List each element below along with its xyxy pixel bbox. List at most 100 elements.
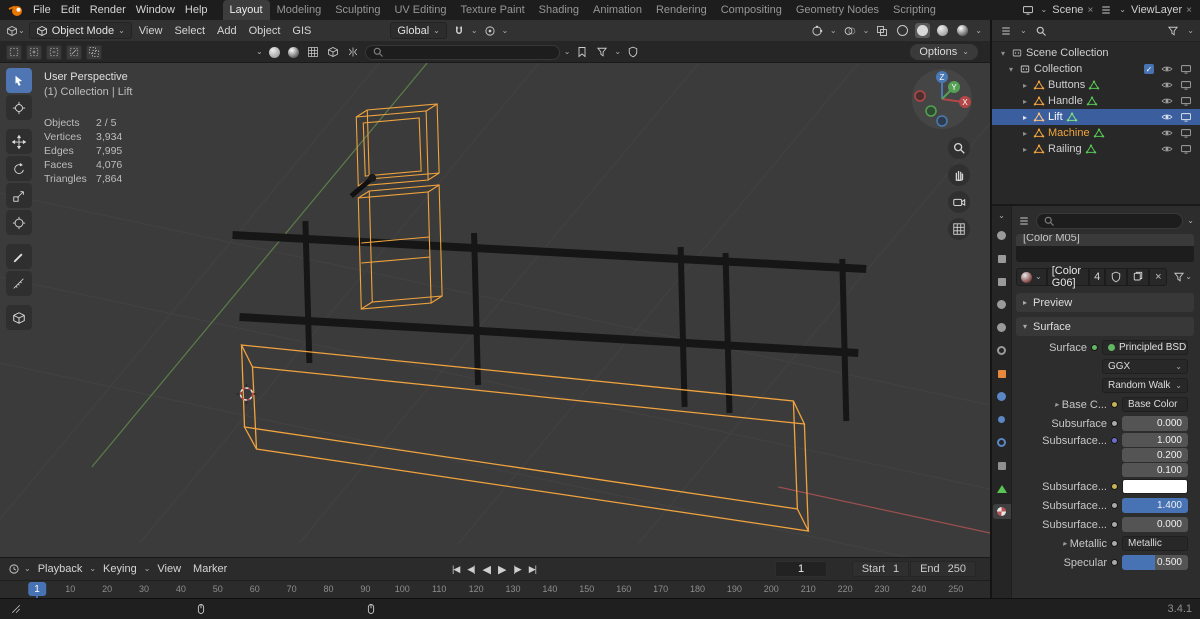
tool-search-input[interactable]: [364, 44, 560, 60]
outliner-row-handle[interactable]: ▸ Handle: [992, 93, 1200, 109]
material-browse-button[interactable]: ⌄: [1016, 268, 1047, 286]
tab-geometry-nodes[interactable]: Geometry Nodes: [789, 0, 886, 20]
brush-settings-icon[interactable]: [325, 46, 341, 58]
disable-viewport-icon[interactable]: [1180, 143, 1192, 155]
menu-add[interactable]: Add: [212, 25, 242, 37]
menu-file[interactable]: File: [28, 4, 56, 16]
toggle-xray-icon[interactable]: [874, 25, 890, 37]
outliner-row-lift[interactable]: ▸ Lift: [992, 109, 1200, 125]
ortho-grid-icon[interactable]: [948, 218, 970, 240]
tab-view-layer-properties[interactable]: [993, 297, 1011, 312]
outliner-editor-caret-icon[interactable]: ⌄: [1020, 26, 1027, 35]
timeline-editor-icon[interactable]: [6, 563, 22, 575]
properties-search-input[interactable]: [1036, 213, 1184, 229]
surface-section-header[interactable]: ▾ Surface: [1016, 317, 1194, 336]
editor-type-button[interactable]: ⌄: [4, 25, 27, 37]
tool-add-cube[interactable]: [6, 305, 32, 330]
shading-caret-icon[interactable]: ⌄: [975, 26, 982, 35]
scene-browse-icon[interactable]: [1020, 4, 1036, 16]
show-gizmo-icon[interactable]: [809, 25, 825, 37]
hide-eye-icon[interactable]: [1161, 143, 1173, 155]
hide-eye-icon[interactable]: [1161, 79, 1173, 91]
shading-material-icon[interactable]: [935, 25, 950, 36]
surface-shader-menu[interactable]: Principled BSDF: [1102, 340, 1188, 355]
proportional-editing-icon[interactable]: [482, 25, 498, 37]
tab-particles-properties[interactable]: [993, 412, 1011, 427]
jump-to-end-button[interactable]: ▶|: [529, 564, 537, 575]
shading-wireframe-icon[interactable]: [895, 25, 910, 36]
play-reverse-button[interactable]: ◀: [483, 563, 492, 576]
orientation-dropdown[interactable]: Global ⌄: [390, 22, 447, 39]
next-keyframe-button[interactable]: |▶: [513, 564, 521, 575]
jump-to-start-button[interactable]: |◀: [452, 564, 460, 575]
select-mode-invert-icon[interactable]: [66, 44, 82, 60]
tab-texture-paint[interactable]: Texture Paint: [453, 0, 531, 20]
properties-options-caret-icon[interactable]: ⌄: [1187, 217, 1194, 225]
select-mode-subtract-icon[interactable]: [46, 44, 62, 60]
material-slot-item[interactable]: [Color M05]: [1016, 234, 1194, 246]
tab-layout[interactable]: Layout: [222, 0, 270, 20]
subsurface-anisotropy-slider[interactable]: 0.000: [1122, 517, 1188, 532]
studio-light-icon[interactable]: [286, 46, 301, 58]
disable-viewport-icon[interactable]: [1180, 79, 1192, 91]
blender-logo-icon[interactable]: [6, 3, 26, 17]
tab-shading[interactable]: Shading: [532, 0, 586, 20]
preview-section-header[interactable]: ▸ Preview: [1016, 293, 1194, 312]
disclosure-icon[interactable]: ▸: [1020, 145, 1030, 154]
tab-tool-properties[interactable]: [993, 228, 1011, 243]
material-filter-icon[interactable]: ⌄: [1171, 271, 1194, 283]
scene-selector[interactable]: Scene ×: [1052, 4, 1093, 16]
outliner-filter-caret-icon[interactable]: ⌄: [1187, 26, 1194, 35]
prev-keyframe-button[interactable]: ◀|: [467, 564, 475, 575]
outliner-row-buttons[interactable]: ▸ Buttons: [992, 77, 1200, 93]
current-frame-field[interactable]: 1: [775, 561, 827, 577]
search-options-caret-icon[interactable]: ⌄: [564, 48, 571, 56]
tool-measure[interactable]: [6, 271, 32, 296]
gizmo-z-neg-axis[interactable]: [936, 115, 948, 127]
base-color-button[interactable]: Base Color: [1122, 397, 1188, 412]
menu-keying[interactable]: Keying: [98, 563, 142, 575]
material-users-button[interactable]: 4: [1089, 268, 1106, 286]
disclosure-icon[interactable]: ▸: [1020, 81, 1030, 90]
tab-uv-editing[interactable]: UV Editing: [387, 0, 453, 20]
shading-solid-icon[interactable]: [915, 23, 931, 38]
menu-select[interactable]: Select: [169, 25, 210, 37]
play-button[interactable]: ▶: [498, 563, 507, 576]
menu-timeline-view[interactable]: View: [152, 563, 186, 575]
tab-sculpting[interactable]: Sculpting: [328, 0, 387, 20]
symmetry-icon[interactable]: [345, 46, 361, 58]
specular-slider[interactable]: 0.500: [1122, 555, 1188, 570]
gizmo-caret-icon[interactable]: ⌄: [830, 26, 837, 35]
texture-paint-icon[interactable]: [305, 46, 321, 58]
filter-caret-icon[interactable]: ⌄: [614, 48, 621, 56]
gizmo-y-neg-axis[interactable]: [925, 105, 937, 117]
timeline-ruler[interactable]: 1 11020304050607080901001101201301401501…: [0, 580, 990, 598]
lift-platform-wireframe[interactable]: [240, 344, 810, 532]
tool-select-box[interactable]: [6, 68, 32, 93]
viewlayer-browse-caret-icon[interactable]: ⌄: [1119, 6, 1126, 14]
disable-viewport-icon[interactable]: [1180, 95, 1192, 107]
tool-rotate[interactable]: [6, 156, 32, 181]
pan-hand-icon[interactable]: [948, 164, 970, 186]
menu-help[interactable]: Help: [180, 4, 213, 16]
tab-object-properties[interactable]: [993, 366, 1011, 381]
disclosure-icon[interactable]: ▸: [1020, 113, 1030, 122]
hide-eye-icon[interactable]: [1161, 63, 1173, 75]
tab-constraints-properties[interactable]: [993, 458, 1011, 473]
start-frame-field[interactable]: Start 1: [851, 561, 910, 577]
shield-check-icon[interactable]: [625, 46, 641, 58]
gizmo-x-neg-axis[interactable]: [914, 90, 926, 102]
material-name-field[interactable]: [Color G06]: [1046, 265, 1090, 289]
camera-view-icon[interactable]: [948, 191, 970, 213]
filter-funnel-icon[interactable]: [594, 46, 610, 58]
subsurface-method-dropdown[interactable]: Random Walk ⌄: [1102, 378, 1188, 393]
viewlayer-unlink-icon[interactable]: ×: [1186, 5, 1192, 16]
select-mode-new-icon[interactable]: [6, 44, 22, 60]
disclosure-icon[interactable]: ▸: [1020, 129, 1030, 138]
scene-canvas[interactable]: [0, 63, 990, 557]
tool-scale[interactable]: [6, 183, 32, 208]
viewport-3d[interactable]: User Perspective (1) Collection | Lift O…: [0, 63, 990, 557]
matcap-sphere-icon[interactable]: [267, 46, 282, 58]
railing-wireframe[interactable]: [232, 220, 867, 422]
collection-checkbox[interactable]: ✓: [1144, 64, 1154, 74]
